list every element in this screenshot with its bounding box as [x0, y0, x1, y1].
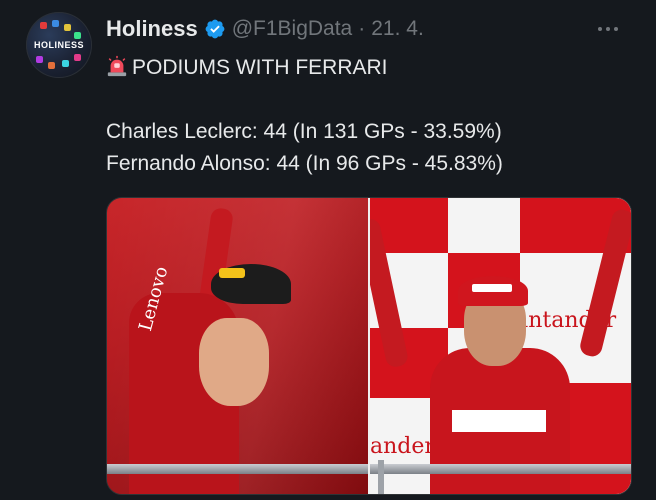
display-name[interactable]: Holiness [106, 16, 198, 42]
tweet-line-alonso: Fernando Alonso: 44 (In 96 GPs - 45.83%) [106, 152, 503, 175]
tweet-date[interactable]: 21. 4. [371, 17, 424, 41]
tweet-line-leclerc: Charles Leclerc: 44 (In 131 GPs - 33.59%… [106, 120, 502, 143]
more-dots-icon[interactable] [588, 16, 628, 42]
avatar-pixel [52, 20, 59, 27]
podium-rail [107, 464, 368, 474]
podium-rail [370, 464, 631, 474]
dot [598, 27, 602, 31]
tweet-header: Holiness @F1BigData · 21. 4. [106, 14, 636, 44]
shirt-sponsor-panel [452, 410, 546, 432]
cap-logo [219, 268, 245, 278]
avatar-pixel [62, 60, 69, 67]
tweet-body: PODIUMS WITH FERRARI Charles Leclerc: 44… [106, 52, 636, 180]
user-handle[interactable]: @F1BigData [232, 17, 353, 41]
avatar-pixel [48, 62, 55, 69]
face [199, 318, 269, 406]
separator-dot: · [358, 17, 366, 40]
dot [606, 27, 610, 31]
avatar-pixel [74, 54, 81, 61]
tweet-media[interactable]: Lenovo Santander ander [106, 197, 632, 495]
sponsor-text-bottom: ander [370, 434, 435, 459]
avatar-pixel [36, 56, 43, 63]
tweet-line-headline: PODIUMS WITH FERRARI [106, 52, 636, 84]
tweet-headline: PODIUMS WITH FERRARI [132, 56, 388, 79]
avatar-pixel [40, 22, 47, 29]
photo-alonso[interactable]: Santander ander [370, 198, 631, 494]
verified-badge-icon[interactable] [204, 18, 226, 40]
avatar[interactable]: HOLINESS [26, 12, 92, 78]
avatar-pixel [74, 32, 81, 39]
photo-leclerc[interactable]: Lenovo [107, 198, 368, 494]
rail-post [378, 460, 384, 494]
dot [614, 27, 618, 31]
avatar-logo-text: HOLINESS [33, 40, 84, 50]
avatar-pixel [64, 24, 71, 31]
cap-logo [472, 284, 512, 292]
police-siren-icon [107, 55, 127, 77]
